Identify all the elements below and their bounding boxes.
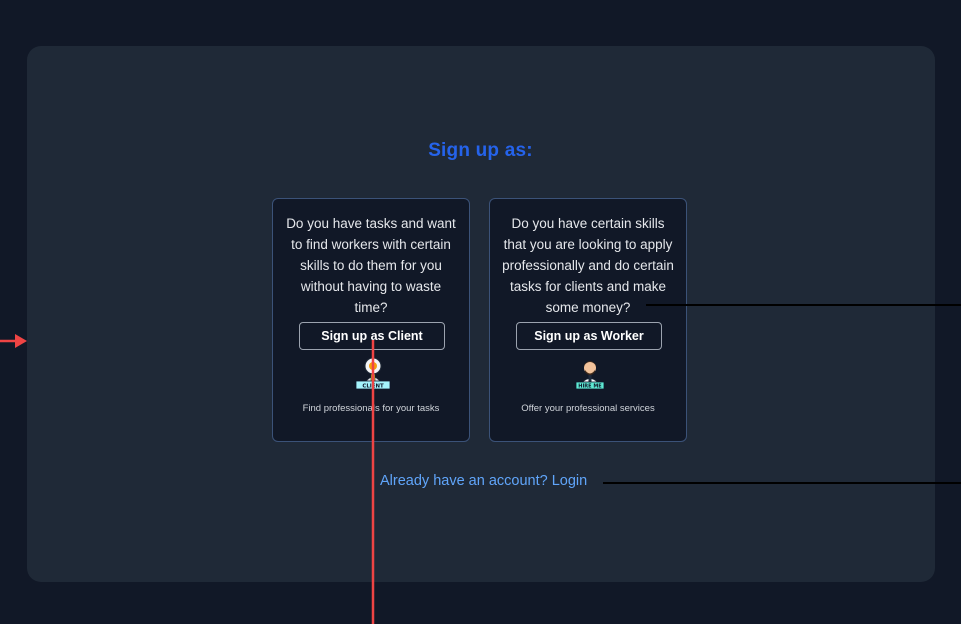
login-link[interactable]: Already have an account? Login bbox=[380, 473, 587, 489]
client-icon: CLIENT bbox=[355, 357, 391, 390]
annotation-arrow-left-head bbox=[15, 334, 27, 348]
worker-icon-label: HIRE ME bbox=[578, 384, 602, 390]
page: Sign up as: Do you have tasks and want t… bbox=[0, 0, 961, 624]
client-card-description: Do you have tasks and want to find worke… bbox=[286, 216, 456, 315]
signup-client-button[interactable]: Sign up as Client bbox=[299, 322, 445, 350]
client-icon-label: CLIENT bbox=[362, 384, 384, 390]
worker-card-description: Do you have certain skills that you are … bbox=[502, 216, 674, 315]
worker-icon: HIRE ME bbox=[575, 361, 605, 390]
page-title: Sign up as: bbox=[428, 140, 533, 161]
signup-panel bbox=[27, 46, 935, 582]
client-card: Do you have tasks and want to find worke… bbox=[272, 198, 470, 442]
signup-worker-button[interactable]: Sign up as Worker bbox=[516, 322, 662, 350]
worker-card-caption: Offer your professional services bbox=[521, 403, 655, 414]
worker-card: Do you have certain skills that you are … bbox=[489, 198, 687, 442]
client-card-caption: Find professionals for your tasks bbox=[302, 403, 440, 414]
